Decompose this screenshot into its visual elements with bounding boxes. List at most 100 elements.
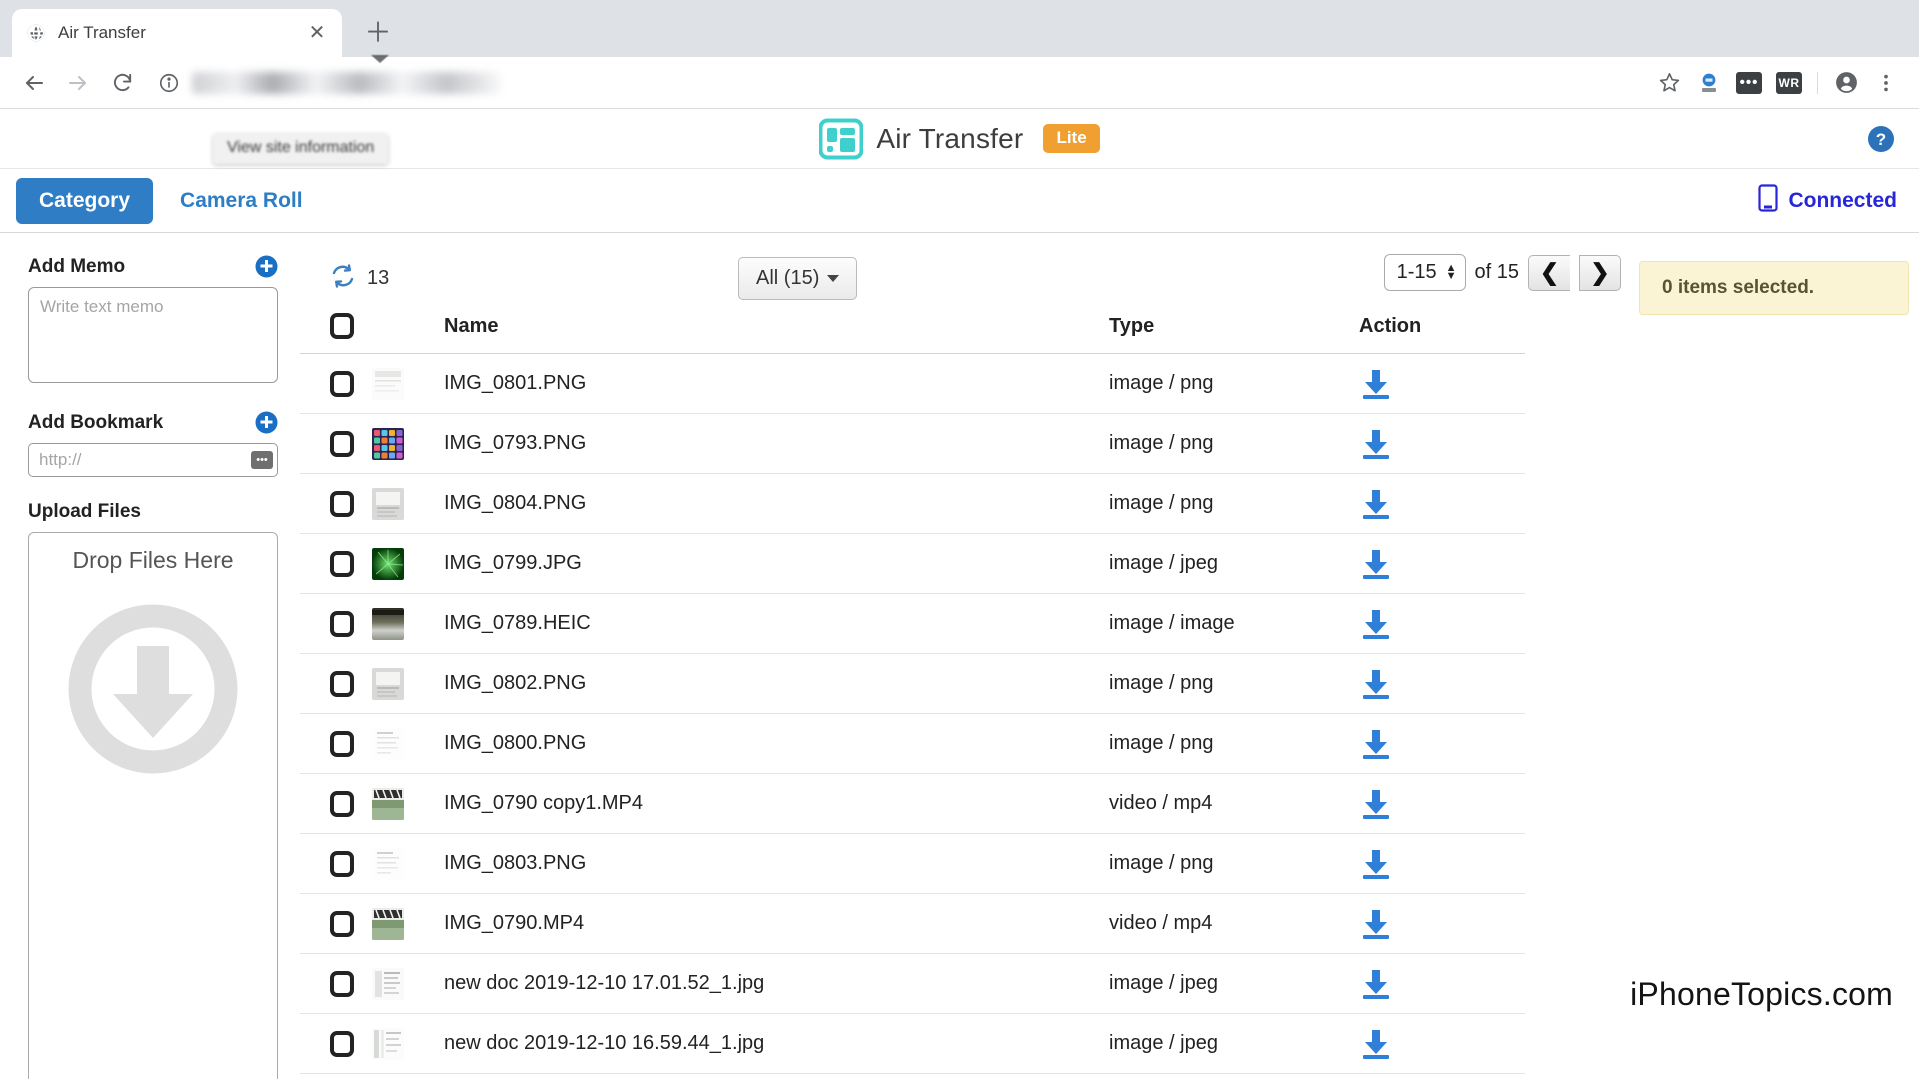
row-select-cell [300, 534, 372, 594]
chevron-right-icon[interactable]: ❯ [1579, 255, 1621, 291]
row-checkbox-icon[interactable] [330, 371, 354, 397]
row-action-cell [1359, 1014, 1525, 1074]
table-row[interactable]: IMG_0801.PNG image / png [300, 354, 1525, 414]
row-checkbox-icon[interactable] [330, 551, 354, 577]
table-row[interactable]: IMG_0790 copy1.MP4 video / mp4 [300, 774, 1525, 834]
download-icon[interactable] [1359, 787, 1393, 821]
mobile-device-icon [1758, 184, 1778, 218]
table-row[interactable]: IMG_0789.HEIC image / image [300, 594, 1525, 654]
row-checkbox-icon[interactable] [330, 851, 354, 877]
select-all-checkbox-icon[interactable] [330, 313, 354, 339]
row-checkbox-icon[interactable] [330, 791, 354, 817]
file-thumbnail-icon [372, 968, 444, 1000]
table-row[interactable]: IMG_0803.PNG image / png [300, 834, 1525, 894]
table-row[interactable]: IMG_0793.PNG image / png [300, 414, 1525, 474]
tab-category[interactable]: Category [16, 178, 153, 224]
watermark: iPhoneTopics.com [1630, 976, 1893, 1013]
info-circle-icon[interactable] [156, 70, 182, 96]
row-checkbox-icon[interactable] [330, 671, 354, 697]
row-thumbnail-cell [372, 714, 444, 774]
tab-camera-roll[interactable]: Camera Roll [180, 189, 303, 213]
file-thumbnail-icon [372, 548, 444, 580]
row-checkbox-icon[interactable] [330, 731, 354, 757]
file-dropzone[interactable]: Drop Files Here [28, 532, 278, 1079]
memo-input[interactable] [28, 287, 278, 383]
three-dot-menu-icon[interactable] [1867, 64, 1905, 102]
download-icon[interactable] [1359, 427, 1393, 461]
upload-files-header: Upload Files [28, 501, 278, 523]
nav-bar: Category Camera Roll Connected [0, 169, 1919, 233]
download-icon[interactable] [1359, 547, 1393, 581]
download-icon[interactable] [1359, 367, 1393, 401]
download-icon[interactable] [1359, 487, 1393, 521]
row-name-cell: IMG_0800.PNG [444, 714, 1109, 774]
row-checkbox-icon[interactable] [330, 491, 354, 517]
row-name-cell: IMG_0802.PNG [444, 654, 1109, 714]
row-select-cell [300, 954, 372, 1014]
new-tab-button[interactable]: ＋ [358, 13, 398, 53]
row-checkbox-icon[interactable] [330, 1031, 354, 1057]
row-select-cell [300, 774, 372, 834]
dropzone-label: Drop Files Here [72, 547, 233, 574]
download-icon[interactable] [1359, 727, 1393, 761]
chevron-left-icon[interactable]: ❮ [1528, 255, 1570, 291]
add-bookmark-label: Add Bookmark [28, 412, 163, 434]
file-thumbnail-icon [372, 788, 444, 820]
table-row[interactable]: IMG_0802.PNG image / png [300, 654, 1525, 714]
account-circle-icon[interactable] [1827, 64, 1865, 102]
row-name-cell: IMG_0801.PNG [444, 354, 1109, 414]
row-checkbox-icon[interactable] [330, 611, 354, 637]
extension-icon-wr[interactable]: WR [1770, 64, 1808, 102]
row-type-cell: image / png [1109, 474, 1359, 534]
row-action-cell [1359, 654, 1525, 714]
table-row[interactable]: IMG_0804.PNG image / png [300, 474, 1525, 534]
row-action-cell [1359, 714, 1525, 774]
extension-icon-blue[interactable] [1690, 64, 1728, 102]
row-name-cell: IMG_0790 copy1.MP4 [444, 774, 1109, 834]
keyboard-icon[interactable]: ••• [251, 451, 273, 469]
filter-dropdown[interactable]: All (15) [738, 257, 857, 300]
extension-icon-dots[interactable]: ••• [1730, 64, 1768, 102]
row-thumbnail-cell [372, 594, 444, 654]
row-select-cell [300, 354, 372, 414]
upload-files-label: Upload Files [28, 501, 141, 523]
bookmark-url-input[interactable] [28, 443, 278, 477]
row-checkbox-icon[interactable] [330, 971, 354, 997]
reload-icon[interactable] [102, 63, 142, 103]
row-checkbox-icon[interactable] [330, 911, 354, 937]
download-icon[interactable] [1359, 907, 1393, 941]
forward-arrow-icon[interactable] [58, 63, 98, 103]
row-select-cell [300, 594, 372, 654]
connection-status-label: Connected [1788, 189, 1897, 213]
star-icon[interactable] [1650, 64, 1688, 102]
back-arrow-icon[interactable] [14, 63, 54, 103]
add-memo-plus-circle-icon[interactable] [255, 255, 278, 278]
table-row[interactable]: new doc 2019-12-10 17.01.52_1.jpg image … [300, 954, 1525, 1014]
download-icon[interactable] [1359, 967, 1393, 1001]
table-row[interactable]: IMG_0790.MP4 video / mp4 [300, 894, 1525, 954]
address-bar[interactable] [156, 65, 1638, 101]
row-checkbox-icon[interactable] [330, 431, 354, 457]
connection-status[interactable]: Connected [1758, 184, 1897, 218]
browser-tab[interactable]: Air Transfer ✕ [12, 9, 342, 57]
table-row[interactable]: IMG_0800.PNG image / png [300, 714, 1525, 774]
row-select-cell [300, 654, 372, 714]
row-name-cell: IMG_0789.HEIC [444, 594, 1109, 654]
download-icon[interactable] [1359, 847, 1393, 881]
row-thumbnail-cell [372, 1014, 444, 1074]
row-select-cell [300, 474, 372, 534]
download-icon[interactable] [1359, 607, 1393, 641]
download-icon[interactable] [1359, 667, 1393, 701]
row-type-cell: image / png [1109, 834, 1359, 894]
download-icon[interactable] [1359, 1027, 1393, 1061]
row-thumbnail-cell [372, 414, 444, 474]
add-bookmark-plus-circle-icon[interactable] [255, 411, 278, 434]
help-circle-icon[interactable]: ? [1867, 125, 1895, 153]
page-range-select[interactable]: 1-15 ▲▼ [1384, 254, 1466, 291]
table-row[interactable]: new doc 2019-12-10 16.59.44_1.jpg image … [300, 1014, 1525, 1074]
row-thumbnail-cell [372, 534, 444, 594]
close-icon[interactable]: ✕ [306, 22, 328, 44]
refresh-button[interactable]: 13 [330, 263, 389, 294]
sidebar: Add Memo Add Bookmark ••• Uplo [0, 233, 300, 1079]
table-row[interactable]: IMG_0799.JPG image / jpeg [300, 534, 1525, 594]
